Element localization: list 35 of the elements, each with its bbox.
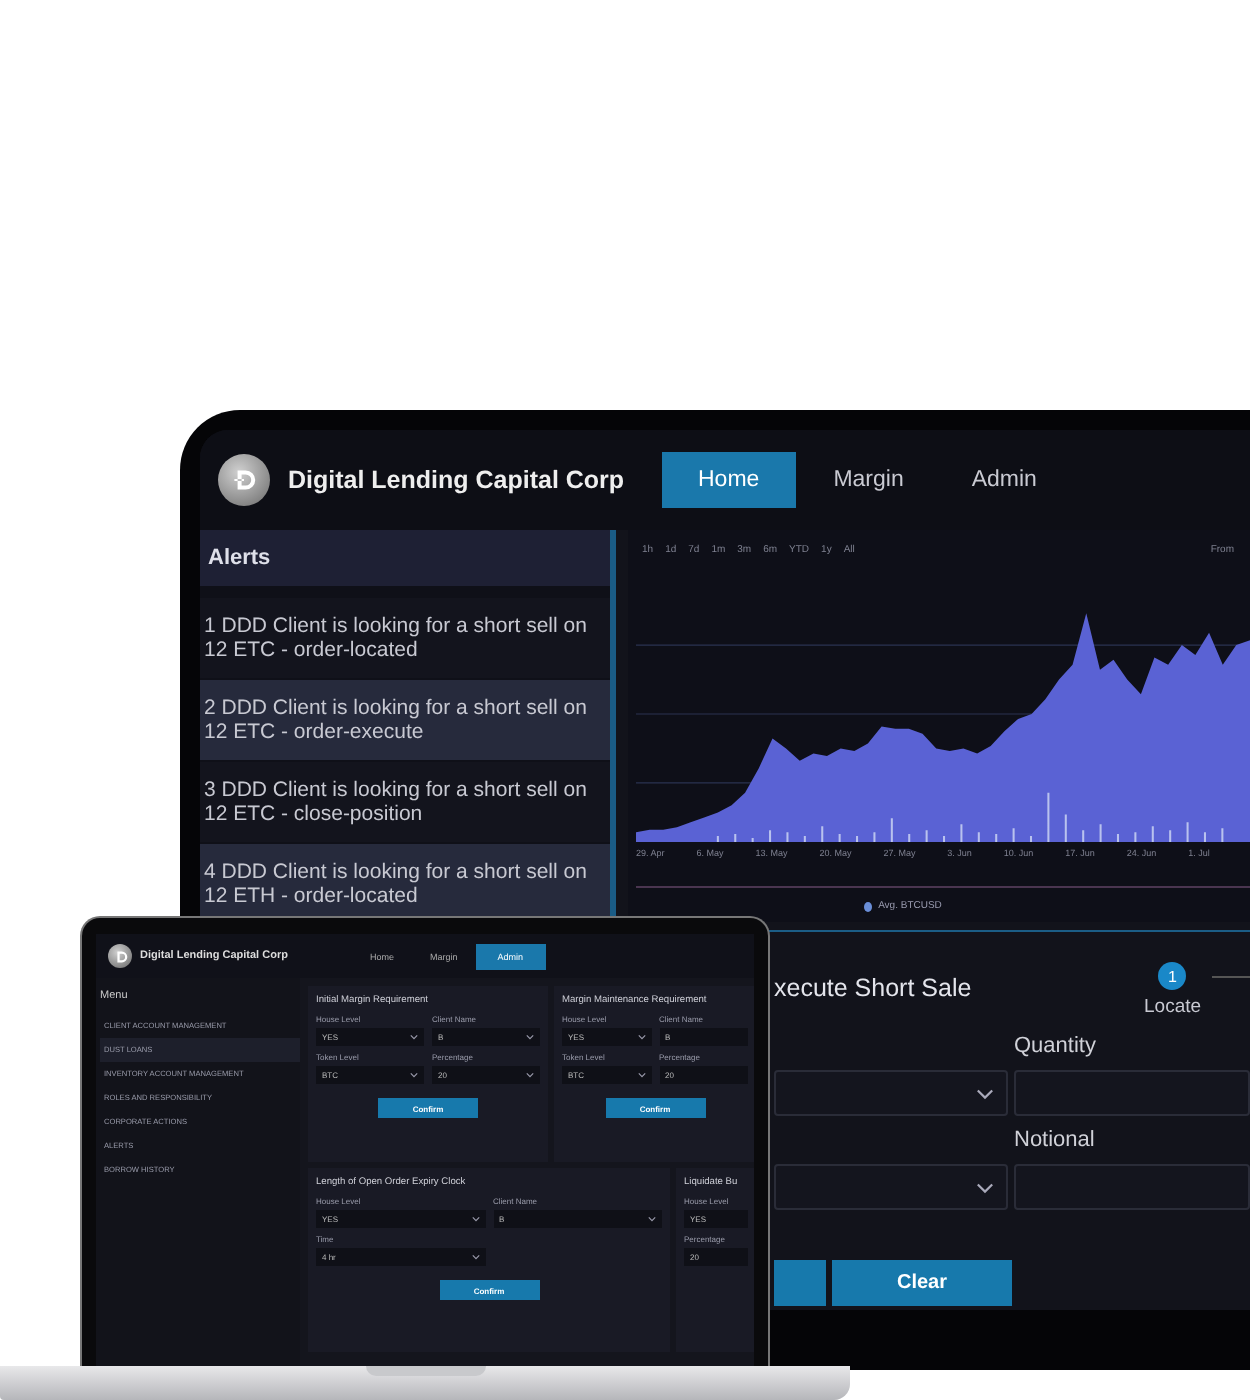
- chevron-icon: [976, 1182, 994, 1194]
- nav-tab[interactable]: Home: [662, 452, 796, 508]
- alert-item[interactable]: 4 DDD Client is looking for a short sell on 12 ETH - order-located: [200, 844, 616, 922]
- app-title: Digital Lending Capital Corp: [288, 466, 627, 494]
- logo-icon: [218, 454, 270, 506]
- logo-icon: [108, 944, 132, 968]
- alerts-title: Alerts: [200, 530, 616, 586]
- chevron-icon: [637, 1034, 645, 1040]
- nav-tab[interactable]: Margin: [799, 452, 938, 508]
- section-title: xecute Short Sale: [774, 974, 974, 1006]
- chevron-icon: [637, 1072, 645, 1078]
- action-button[interactable]: [774, 1260, 826, 1306]
- nav-tab[interactable]: Admin: [937, 452, 1071, 508]
- chevron-icon: [526, 1072, 534, 1078]
- chevron-icon: [471, 1254, 479, 1260]
- chevron-icon: [526, 1034, 534, 1040]
- input-field[interactable]: [1014, 1164, 1250, 1210]
- alert-item[interactable]: 2 DDD Client is looking for a short sell on 12 ETC - order-execute: [200, 680, 616, 760]
- alert-item[interactable]: 1 DDD Client is looking for a short sell on 12 ETC - order-located: [200, 598, 616, 678]
- alert-item[interactable]: 3 DDD Client is looking for a short sell on 12 ETC - close-position: [200, 762, 616, 842]
- field-label: Notional: [1014, 1128, 1097, 1156]
- action-button[interactable]: Clear: [832, 1260, 1012, 1306]
- chevron-icon: [410, 1072, 418, 1078]
- step-label: Locate: [1144, 996, 1202, 1018]
- field-label: Quantity: [1014, 1034, 1098, 1062]
- legend-dot-icon: [864, 901, 873, 911]
- step-number: 1: [1158, 962, 1187, 990]
- chevron-icon: [410, 1034, 418, 1040]
- chevron-icon: [648, 1216, 656, 1222]
- chevron-icon: [976, 1088, 994, 1100]
- input-field[interactable]: [1014, 1070, 1250, 1116]
- scrollbar[interactable]: [610, 530, 616, 922]
- dropdown-field[interactable]: [774, 1070, 1008, 1116]
- chevron-icon: [471, 1216, 479, 1222]
- dropdown-field[interactable]: [774, 1164, 1008, 1210]
